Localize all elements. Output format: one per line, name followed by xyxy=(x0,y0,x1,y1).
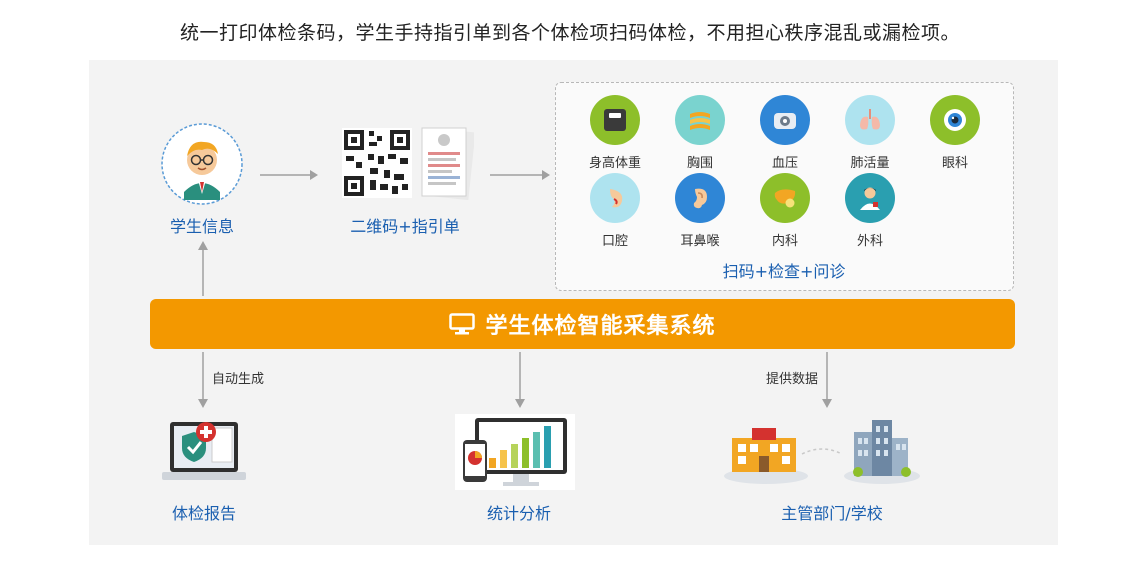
liver-icon xyxy=(774,189,796,208)
qr-code-icon xyxy=(342,128,412,198)
arrow-down-icon xyxy=(515,352,525,408)
student-node xyxy=(160,122,244,206)
output-authority-label: 主管部门/学校 xyxy=(781,504,883,523)
exam-item-blood-pressure: 血压 xyxy=(753,95,817,171)
output-stats-label: 统计分析 xyxy=(486,504,551,523)
scale-icon xyxy=(604,109,626,131)
exam-item-lung-capacity: 肺活量 xyxy=(838,95,902,171)
arrow-up-icon xyxy=(198,241,208,296)
system-bar: 学生体检智能采集系统 xyxy=(150,299,1015,349)
monitor-icon xyxy=(449,313,476,335)
exam-item-internal-medicine: 内科 xyxy=(753,173,817,249)
exam-name: 肺活量 xyxy=(850,156,890,171)
exam-items-box: 身高体重 胸围 血压 肺活量 眼科 口腔 耳鼻喉 内科 外科 扫码+检查+问诊 xyxy=(555,82,1014,291)
exam-name: 眼科 xyxy=(941,156,968,171)
exam-item-oral: 口腔 xyxy=(583,173,647,249)
exam-item-ophthalmology: 眼科 xyxy=(923,95,987,171)
flow-label-auto: 自动生成 xyxy=(212,372,265,387)
exam-item-height-weight: 身高体重 xyxy=(583,95,647,171)
exam-caption: 扫码+检查+问诊 xyxy=(722,262,846,281)
blood-pressure-icon xyxy=(774,113,796,129)
output-report-label: 体检报告 xyxy=(171,504,236,523)
exam-item-surgery: 外科 xyxy=(838,173,902,249)
exam-name: 血压 xyxy=(771,156,798,171)
laptop-report-icon xyxy=(162,422,246,480)
mouth-icon xyxy=(610,189,623,208)
tape-measure-icon xyxy=(690,112,710,130)
headline: 统一打印体检条码，学生手持指引单到各个体检项扫码体检，不用担心秩序混乱或漏检项。 xyxy=(179,22,960,44)
arrow-right-icon xyxy=(260,170,318,180)
doctor-icon xyxy=(860,187,880,210)
exam-name: 外科 xyxy=(856,234,883,249)
exam-name: 胸围 xyxy=(686,156,713,171)
arrow-down-icon xyxy=(198,352,208,408)
exam-name: 身高体重 xyxy=(588,156,641,171)
guide-sheet-icon xyxy=(421,127,474,200)
system-title: 学生体检智能采集系统 xyxy=(485,314,716,339)
statistics-monitor-icon xyxy=(455,414,575,490)
eye-icon xyxy=(944,109,966,131)
exam-name: 耳鼻喉 xyxy=(680,234,720,249)
ear-icon xyxy=(693,188,707,209)
lungs-icon xyxy=(860,109,880,130)
exam-name: 内科 xyxy=(771,234,798,249)
arrow-right-icon xyxy=(490,170,550,180)
exam-name: 口腔 xyxy=(601,234,628,249)
arrow-down-icon xyxy=(822,352,832,408)
student-label: 学生信息 xyxy=(169,217,234,236)
student-avatar-icon xyxy=(161,123,243,205)
exam-item-chest: 胸围 xyxy=(668,95,732,171)
qr-label: 二维码+指引单 xyxy=(350,217,460,236)
flow-label-data: 提供数据 xyxy=(765,372,818,387)
buildings-icon xyxy=(724,420,920,484)
exam-item-ent: 耳鼻喉 xyxy=(668,173,732,249)
